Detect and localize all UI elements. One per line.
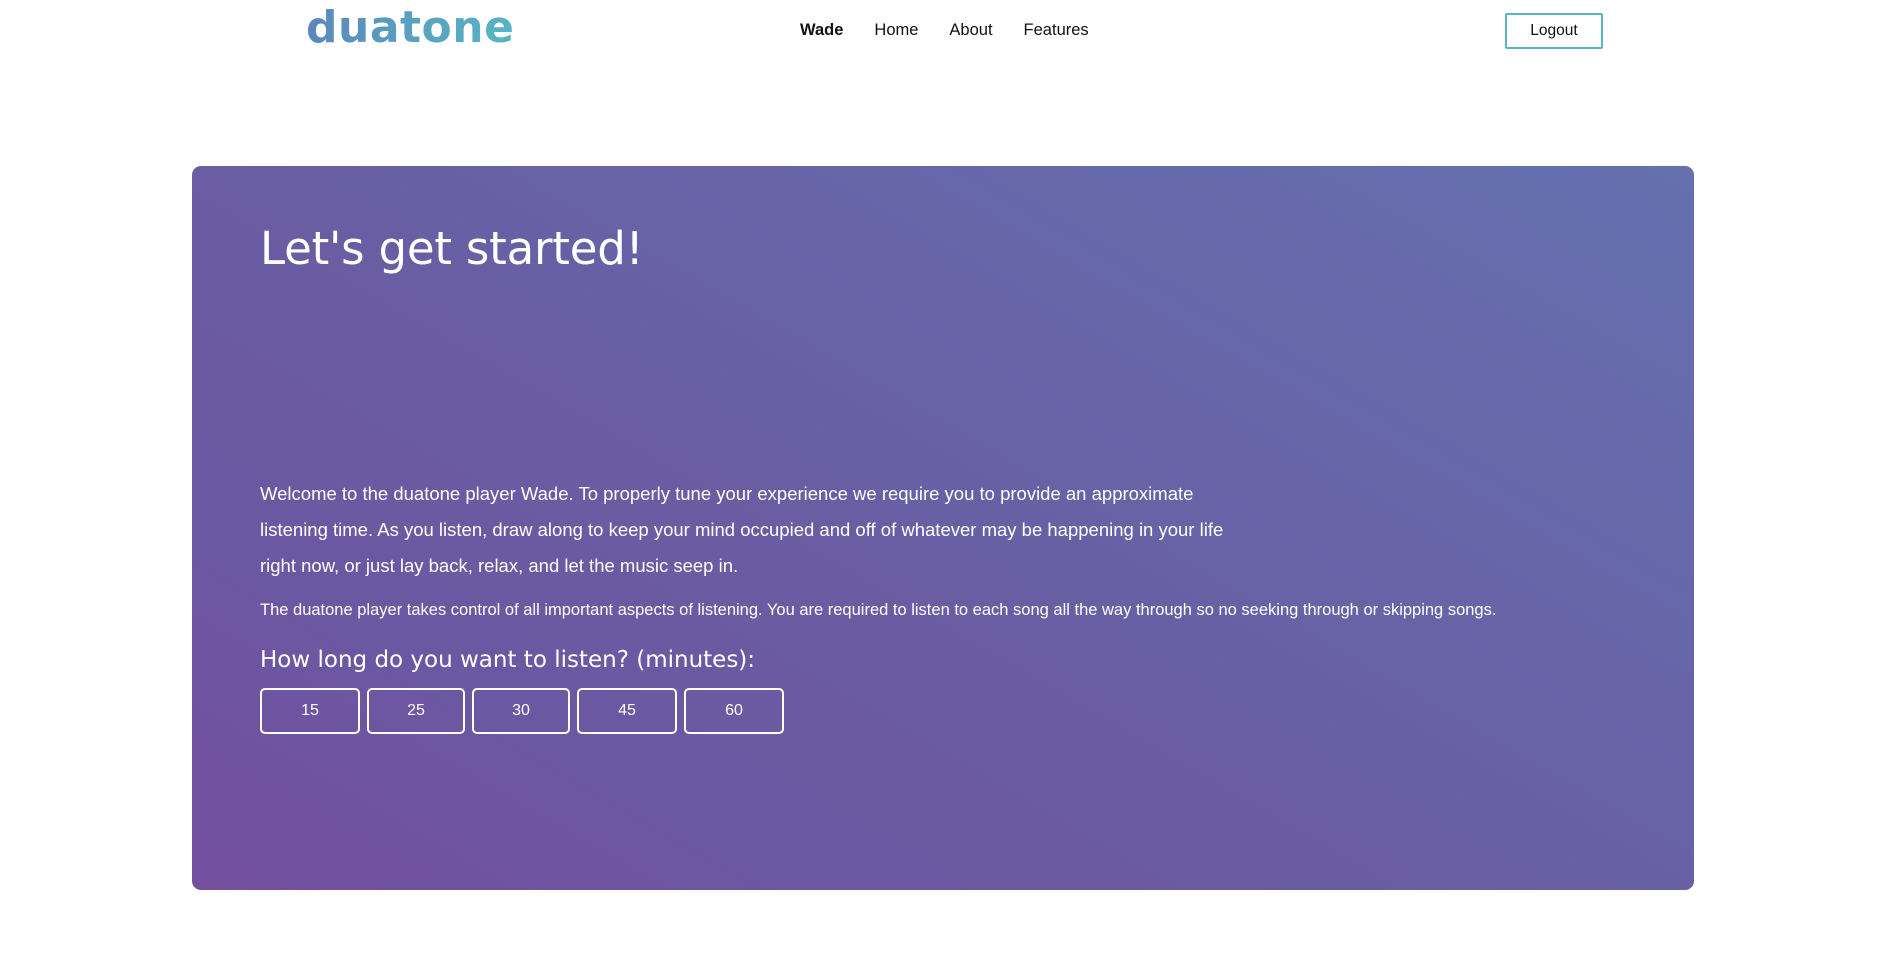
duration-option-45[interactable]: 45 [577, 688, 677, 734]
duration-option-30[interactable]: 30 [472, 688, 570, 734]
nav-item-about[interactable]: About [949, 22, 992, 39]
nav-item-home[interactable]: Home [874, 22, 918, 39]
logout-button[interactable]: Logout [1505, 13, 1603, 49]
nav-item-wade[interactable]: Wade [800, 22, 843, 39]
duration-options-group: 15 25 30 45 60 [260, 688, 784, 734]
brand-logo[interactable]: duatone [306, 6, 514, 50]
duration-prompt-label: How long do you want to listen? (minutes… [260, 647, 756, 673]
get-started-card: Let's get started! Welcome to the duaton… [192, 166, 1694, 890]
duration-option-25[interactable]: 25 [367, 688, 465, 734]
rules-paragraph: The duatone player takes control of all … [260, 601, 1497, 619]
duration-option-15[interactable]: 15 [260, 688, 360, 734]
page-title: Let's get started! [260, 222, 644, 275]
nav-item-features[interactable]: Features [1024, 22, 1089, 39]
duration-option-60[interactable]: 60 [684, 688, 784, 734]
main-nav: Wade Home About Features [800, 22, 1089, 39]
intro-paragraph: Welcome to the duatone player Wade. To p… [260, 483, 1224, 576]
site-header: duatone Wade Home About Features Logout [0, 0, 1885, 68]
